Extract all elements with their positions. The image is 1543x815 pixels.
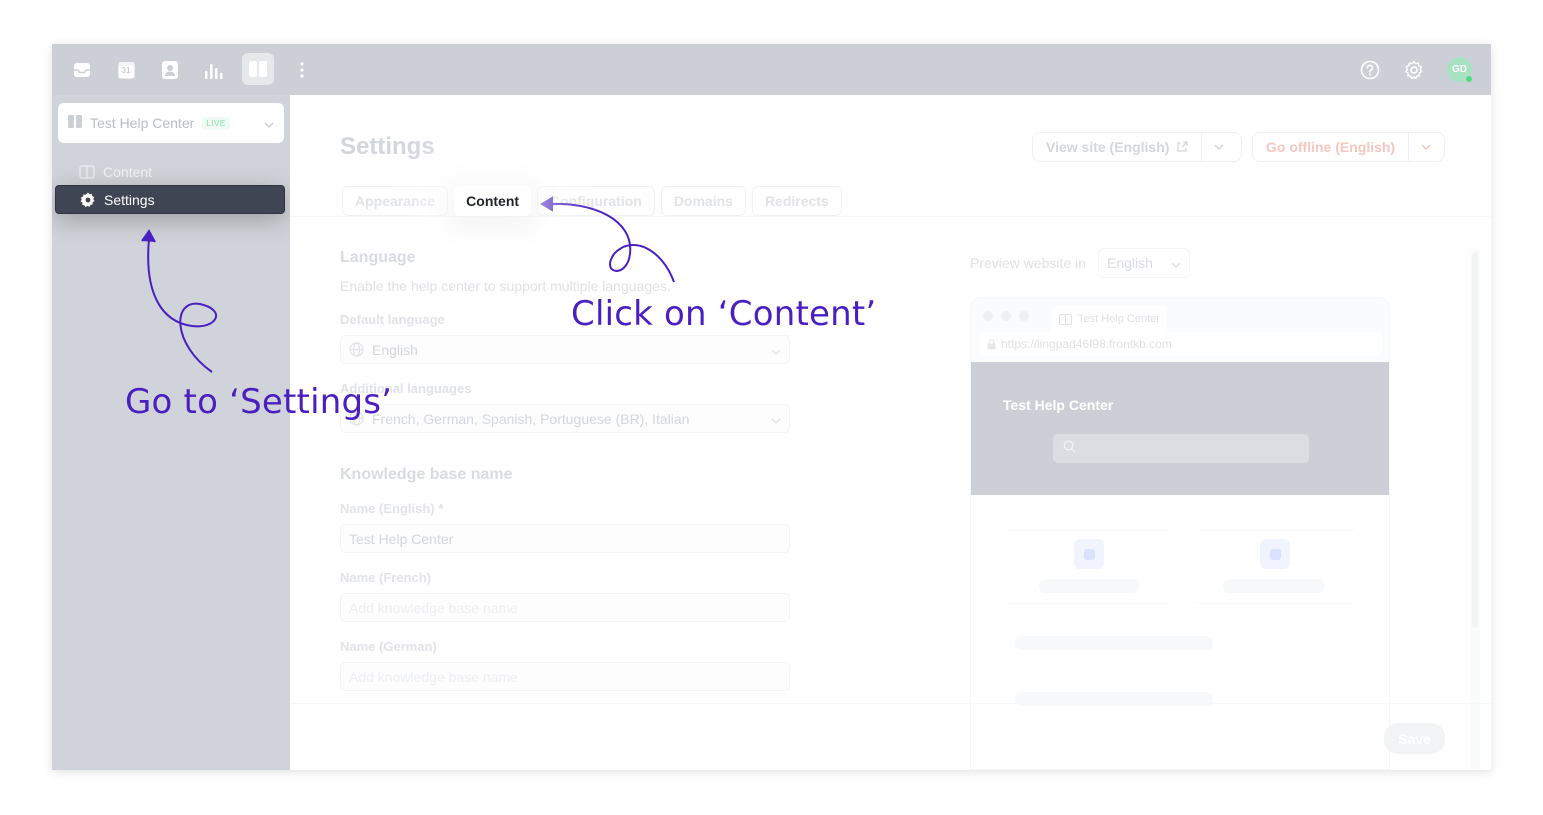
content-arrow-head — [540, 196, 553, 212]
content-arrow-path — [549, 202, 675, 283]
tab-content[interactable]: Content — [454, 186, 532, 216]
app-window: 31 GD Test Help Center LIVE Content Sett… — [52, 44, 1491, 770]
content-annotation: Click on ‘Content’ — [571, 294, 877, 334]
settings-arrow-head — [141, 229, 156, 243]
settings-arrow-path — [147, 238, 217, 373]
settings-annotation: Go to ‘Settings’ — [125, 382, 393, 422]
